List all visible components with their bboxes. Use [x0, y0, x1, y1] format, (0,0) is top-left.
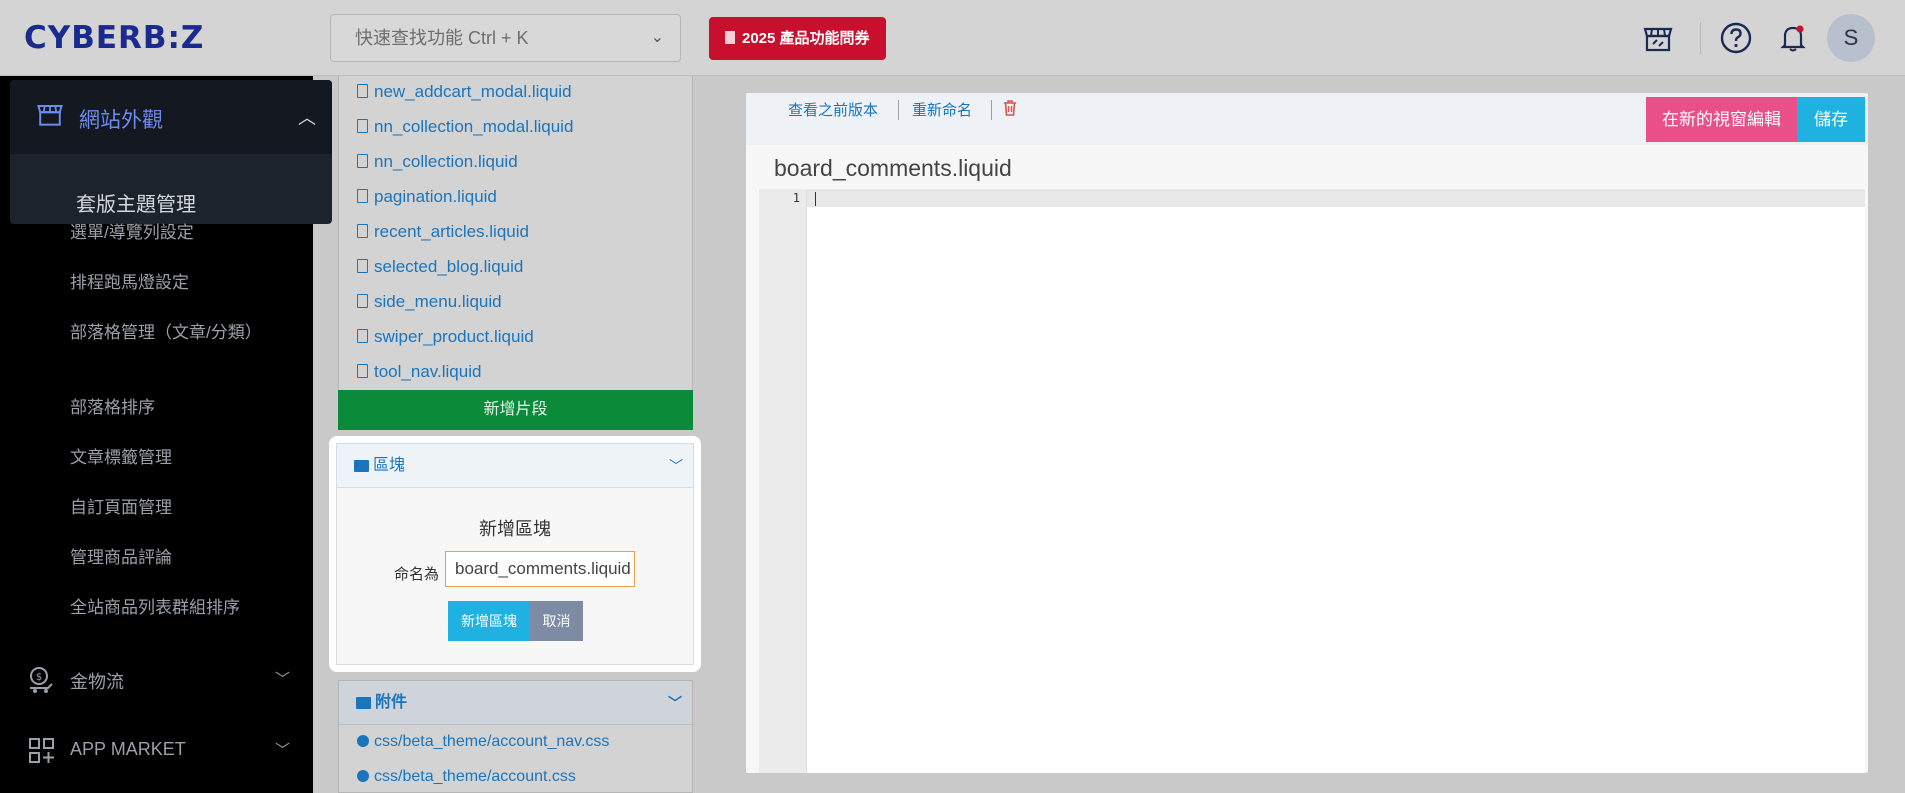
- sidebar-item-product-reviews[interactable]: 管理商品評論: [70, 546, 172, 570]
- chevron-up-icon: ︿: [298, 108, 316, 128]
- search-placeholder: 快速查找功能 Ctrl + K: [355, 28, 529, 48]
- chevron-down-icon: ﹀: [274, 671, 290, 688]
- chevron-down-icon: ﹀: [668, 695, 682, 711]
- block-header-label: 區塊: [373, 457, 406, 474]
- divider: [1700, 22, 1701, 54]
- line-number-gutter: 1: [759, 189, 807, 773]
- sidebar-item-menu-settings[interactable]: 選單/導覽列設定: [70, 221, 194, 245]
- block-name-input[interactable]: board_comments.liquid: [445, 551, 635, 587]
- sidebar-item-blog-management[interactable]: 部落格管理（文章/分類）: [70, 321, 262, 345]
- quick-search-select[interactable]: 快速查找功能 Ctrl + K ⌄: [330, 14, 681, 62]
- file-icon: [357, 189, 368, 203]
- sidebar-group-appearance[interactable]: 網站外觀 ︿ 套版主題管理: [10, 80, 332, 224]
- add-block-button[interactable]: 新增區塊: [448, 601, 530, 641]
- money-logistics-icon: $: [30, 667, 53, 693]
- chevron-down-icon: ﹀: [669, 458, 683, 474]
- file-icon: [357, 154, 368, 168]
- file-link[interactable]: new_addcart_modal.liquid: [357, 82, 572, 102]
- editor-toolbar: 查看之前版本 重新命名 在新的視窗編輯 儲存: [746, 93, 1868, 145]
- block-panel: 區塊 ﹀ 新增區塊 命名為 board_comments.liquid 新增區塊…: [329, 436, 701, 672]
- file-link[interactable]: nn_collection.liquid: [357, 152, 518, 172]
- file-link[interactable]: recent_articles.liquid: [357, 222, 529, 242]
- file-link[interactable]: pagination.liquid: [357, 187, 497, 207]
- sidebar-item-blog-sort[interactable]: 部落格排序: [70, 396, 155, 420]
- block-panel-header[interactable]: 區塊 ﹀: [337, 444, 693, 488]
- divider: [991, 100, 992, 120]
- file-link[interactable]: tool_nav.liquid: [357, 362, 481, 382]
- text-cursor: [815, 192, 816, 206]
- storefront-icon: [37, 105, 63, 126]
- code-area[interactable]: 1: [759, 189, 1865, 773]
- attachment-header-label: 附件: [375, 694, 408, 711]
- app-grid-icon: [29, 738, 54, 763]
- editor-filename: board_comments.liquid: [774, 155, 1012, 181]
- chevron-down-icon: ﹀: [274, 742, 290, 759]
- file-icon: [357, 329, 368, 343]
- globe-icon: [357, 735, 369, 747]
- user-avatar[interactable]: S: [1827, 14, 1875, 62]
- sidebar: 網站外觀 ︿ 套版主題管理 選單/導覽列設定 排程跑馬燈設定 部落格管理（文章/…: [0, 76, 332, 793]
- add-snippet-button[interactable]: 新增片段: [338, 390, 693, 430]
- attachment-link[interactable]: css/beta_theme/account_nav.css: [357, 733, 609, 751]
- file-icon: [357, 364, 368, 378]
- sidebar-item-article-tags[interactable]: 文章標籤管理: [70, 446, 172, 470]
- file-icon: [357, 84, 368, 98]
- folder-open-icon: [354, 460, 369, 472]
- snippet-file-list: new_addcart_modal.liquid nn_collection_m…: [338, 76, 693, 390]
- help-icon[interactable]: [1718, 20, 1754, 56]
- file-link[interactable]: swiper_product.liquid: [357, 327, 534, 347]
- file-link[interactable]: selected_blog.liquid: [357, 257, 523, 277]
- file-icon: [357, 224, 368, 238]
- code-editor-panel: 查看之前版本 重新命名 在新的視窗編輯 儲存 board_comments.li…: [745, 92, 1869, 774]
- sidebar-item-product-group-sort[interactable]: 全站商品列表群組排序: [70, 596, 240, 620]
- document-icon: [725, 31, 735, 44]
- chevron-down-icon: ⌄: [650, 29, 664, 46]
- sidebar-group-header[interactable]: 網站外觀 ︿: [10, 80, 332, 154]
- divider: [898, 100, 899, 120]
- file-link[interactable]: nn_collection_modal.liquid: [357, 117, 573, 137]
- new-block-title: 新增區塊: [479, 519, 551, 539]
- trash-icon[interactable]: [1003, 100, 1017, 116]
- sidebar-item-marquee[interactable]: 排程跑馬燈設定: [70, 271, 189, 295]
- file-icon: [357, 119, 368, 133]
- save-button[interactable]: 儲存: [1797, 97, 1865, 142]
- notification-bell-icon[interactable]: [1775, 20, 1811, 56]
- attachment-link[interactable]: css/beta_theme/account.css: [357, 768, 576, 786]
- attachment-panel-header[interactable]: 附件 ﹀: [339, 681, 692, 725]
- cyberbiz-logo[interactable]: CYBERB:Z: [24, 20, 204, 56]
- name-label: 命名為: [394, 566, 440, 583]
- line-number: 1: [792, 191, 800, 205]
- edit-in-new-window-button[interactable]: 在新的視窗編輯: [1646, 97, 1797, 142]
- file-link[interactable]: side_menu.liquid: [357, 292, 502, 312]
- cancel-button[interactable]: 取消: [530, 601, 583, 641]
- globe-icon: [357, 770, 369, 782]
- block-panel-inner: 區塊 ﹀ 新增區塊 命名為 board_comments.liquid 新增區塊…: [336, 443, 694, 665]
- attachment-panel: 附件 ﹀ css/beta_theme/account_nav.css css/…: [338, 680, 693, 793]
- svg-text:$: $: [36, 672, 42, 683]
- file-icon: [357, 259, 368, 273]
- sidebar-group-label: APP MARKET: [70, 739, 186, 759]
- sidebar-group-logistics[interactable]: $ 金物流 ﹀: [28, 662, 290, 698]
- view-previous-versions-link[interactable]: 查看之前版本: [788, 99, 878, 120]
- folder-open-icon: [356, 697, 371, 709]
- file-icon: [357, 294, 368, 308]
- storefront-icon[interactable]: [1640, 20, 1676, 56]
- survey-button[interactable]: 2025 產品功能問券: [709, 17, 886, 60]
- sidebar-group-label: 金物流: [70, 672, 124, 692]
- sidebar-item-custom-pages[interactable]: 自訂頁面管理: [70, 496, 172, 520]
- survey-label: 2025 產品功能問券: [742, 30, 870, 47]
- sidebar-group-app-market[interactable]: APP MARKET ﹀: [28, 733, 290, 769]
- sidebar-group-label: 網站外觀: [79, 109, 163, 132]
- top-bar: CYBERB:Z 快速查找功能 Ctrl + K ⌄ 2025 產品功能問券 S: [0, 0, 1905, 76]
- active-line-highlight: [807, 189, 1865, 207]
- rename-link[interactable]: 重新命名: [912, 99, 972, 120]
- sidebar-item-theme-management[interactable]: 套版主題管理: [76, 188, 196, 217]
